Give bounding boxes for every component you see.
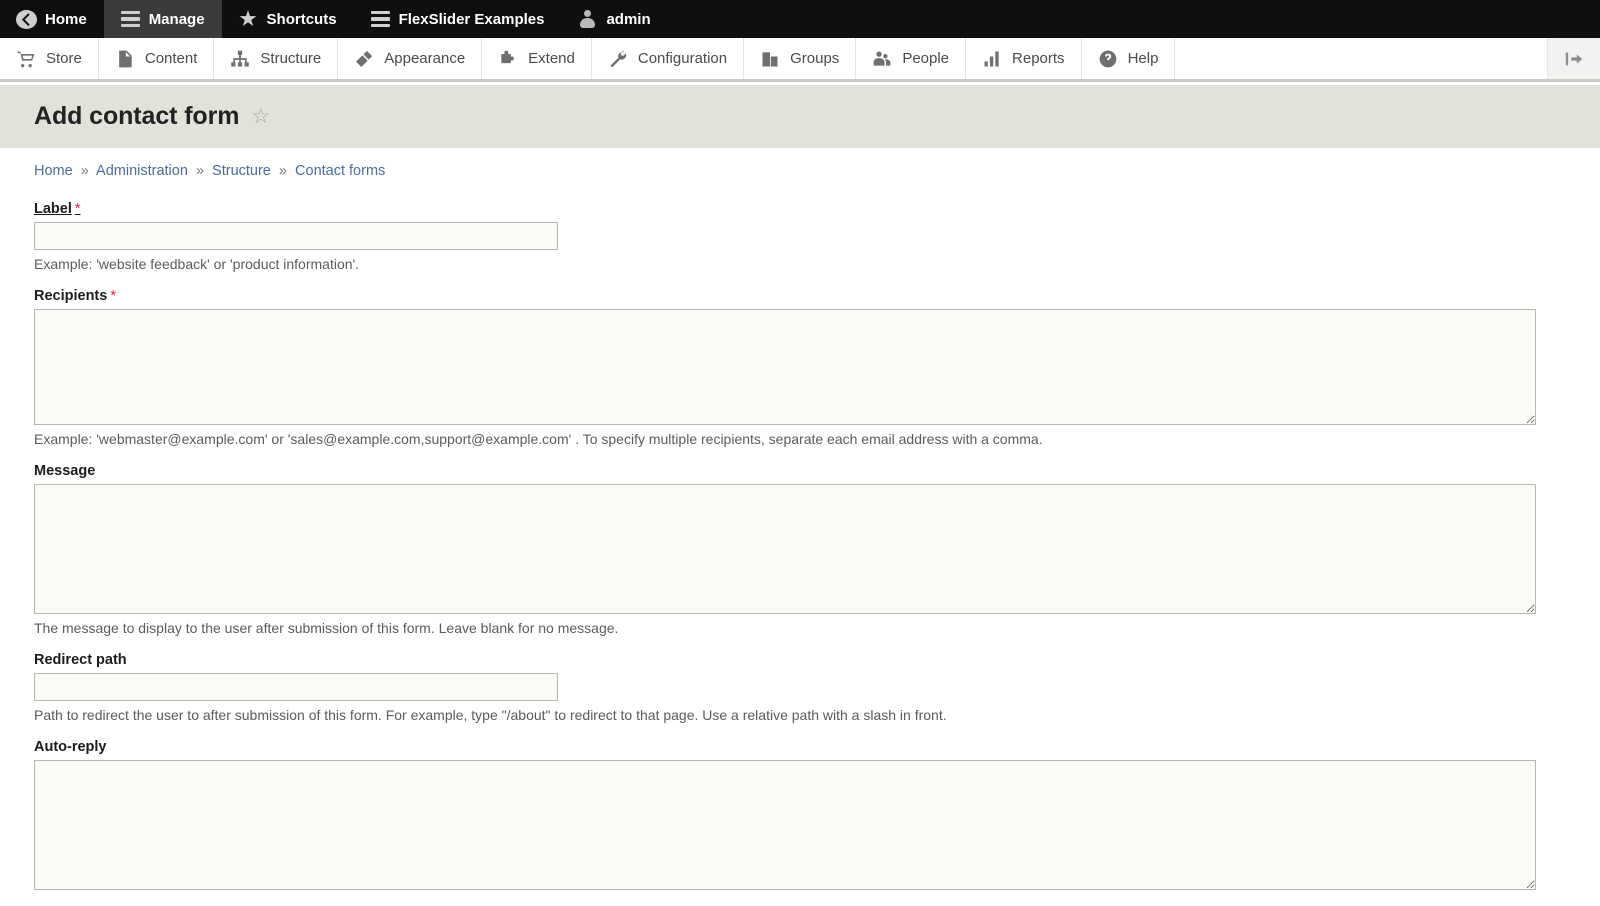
- paintbrush-icon: [354, 49, 374, 69]
- toolbar-tab-flexslider-examples-label: FlexSlider Examples: [398, 10, 545, 28]
- hamburger-icon: [120, 10, 140, 29]
- tray-spacer: [1175, 38, 1548, 79]
- recipients-field-description: Example: 'webmaster@example.com' or 'sal…: [34, 431, 1043, 447]
- tray-item-structure-label: Structure: [260, 50, 322, 67]
- back-arrow-icon: [16, 9, 37, 29]
- star-icon: ★: [239, 8, 257, 30]
- toolbar-tab-admin-account[interactable]: admin: [561, 0, 667, 38]
- message-textarea[interactable]: [34, 484, 1536, 614]
- tray-item-help-label: Help: [1127, 50, 1159, 67]
- form-item-message: Message The message to display to the us…: [34, 463, 1566, 636]
- breadcrumb-separator: »: [278, 163, 287, 179]
- message-field-label: Message: [34, 463, 1566, 479]
- sitemap-icon: [230, 49, 250, 69]
- tray-item-groups-label: Groups: [790, 50, 840, 67]
- tray-item-configuration-label: Configuration: [637, 50, 728, 67]
- person-icon: [578, 10, 597, 29]
- redirect-path-field-description: Path to redirect the user to after submi…: [34, 707, 947, 723]
- form-item-label: Label * Example: 'website feedback' or 'p…: [34, 201, 1566, 272]
- people-icon: [872, 49, 892, 69]
- label-input[interactable]: [34, 222, 558, 250]
- puzzle-piece-icon: [498, 49, 518, 69]
- breadcrumb-separator: »: [195, 163, 205, 179]
- form-item-recipients: Recipients * Example: 'webmaster@example.…: [34, 288, 1566, 447]
- tray-item-groups[interactable]: Groups: [744, 38, 857, 79]
- tray-item-appearance[interactable]: Appearance: [338, 38, 483, 79]
- form-item-redirect-path: Redirect path Path to redirect the user …: [34, 652, 1566, 723]
- page-title-band: Add contact form ☆: [0, 85, 1600, 148]
- page-title: Add contact form: [34, 102, 240, 130]
- breadcrumb: Home » Administration » Structure » Cont…: [34, 163, 1600, 179]
- message-field-label-text: Message: [34, 463, 96, 479]
- question-circle-icon: [1098, 49, 1118, 69]
- tray-item-configuration[interactable]: Configuration: [592, 38, 745, 79]
- recipients-field-label-text: Recipients: [34, 288, 108, 304]
- tray-item-store[interactable]: Store: [0, 38, 99, 79]
- tray-item-people[interactable]: People: [856, 38, 967, 79]
- tray-item-extend[interactable]: Extend: [482, 38, 592, 79]
- tray-item-reports-label: Reports: [1012, 50, 1065, 67]
- breadcrumb-item-administration[interactable]: Administration: [96, 163, 188, 179]
- redirect-path-field-label-text: Redirect path: [34, 652, 127, 668]
- toolbar-tab-home[interactable]: Home: [0, 0, 104, 38]
- groups-icon: [760, 49, 780, 69]
- main-content: Home » Administration » Structure » Cont…: [0, 148, 1600, 906]
- redirect-path-field-label: Redirect path: [34, 652, 1566, 668]
- toolbar-tab-admin-label: admin: [606, 10, 651, 28]
- auto-reply-field-label: Auto-reply: [34, 739, 1566, 755]
- toolbar-tab-shortcuts-label: Shortcuts: [266, 10, 337, 28]
- shopping-cart-icon: [16, 49, 36, 69]
- label-field-description: Example: 'website feedback' or 'product …: [34, 256, 360, 272]
- tray-item-reports[interactable]: Reports: [966, 38, 1082, 79]
- message-field-description: The message to display to the user after…: [34, 620, 619, 636]
- toolbar-tab-manage[interactable]: Manage: [103, 0, 222, 38]
- tray-item-content[interactable]: Content: [99, 38, 215, 79]
- collapse-toolbar-icon[interactable]: [1548, 38, 1600, 79]
- breadcrumb-separator: »: [80, 163, 89, 179]
- auto-reply-textarea[interactable]: [34, 760, 1536, 890]
- admin-toolbar-tray: Store Content Structure Appearance Exten…: [0, 38, 1600, 82]
- hamburger-icon: [370, 10, 390, 29]
- recipients-field-label: Recipients *: [34, 288, 1566, 304]
- required-marker: *: [74, 201, 81, 217]
- breadcrumb-item-structure[interactable]: Structure: [212, 163, 271, 179]
- toolbar-tab-home-label: Home: [45, 10, 87, 28]
- wrench-icon: [608, 49, 628, 69]
- toolbar-tab-shortcuts[interactable]: ★ Shortcuts: [222, 0, 354, 38]
- admin-toolbar-bar: Home Manage ★ Shortcuts FlexSlider Examp…: [0, 0, 1600, 38]
- star-outline-icon[interactable]: ☆: [251, 106, 270, 127]
- form-item-auto-reply: Auto-reply: [34, 739, 1566, 890]
- label-field-label: Label *: [34, 201, 1566, 217]
- tray-item-people-label: People: [902, 50, 950, 67]
- tray-item-appearance-label: Appearance: [384, 50, 466, 67]
- required-marker: *: [110, 288, 116, 304]
- auto-reply-field-label-text: Auto-reply: [34, 739, 107, 755]
- bar-chart-icon: [982, 49, 1002, 69]
- tray-item-store-label: Store: [46, 50, 82, 67]
- label-field-label-text: Label: [34, 201, 72, 217]
- add-contact-form: Label * Example: 'website feedback' or 'p…: [34, 201, 1566, 890]
- tray-item-help[interactable]: Help: [1082, 38, 1176, 79]
- tray-item-content-label: Content: [144, 50, 198, 67]
- toolbar-tab-flexslider-examples[interactable]: FlexSlider Examples: [354, 0, 562, 38]
- breadcrumb-item-contact-forms[interactable]: Contact forms: [295, 163, 385, 179]
- document-icon: [115, 49, 135, 69]
- tray-item-structure[interactable]: Structure: [214, 38, 339, 79]
- recipients-textarea[interactable]: [34, 309, 1536, 425]
- tray-item-extend-label: Extend: [528, 50, 575, 67]
- breadcrumb-item-home[interactable]: Home: [34, 163, 73, 179]
- redirect-path-input[interactable]: [34, 673, 558, 701]
- toolbar-tab-manage-label: Manage: [148, 10, 205, 28]
